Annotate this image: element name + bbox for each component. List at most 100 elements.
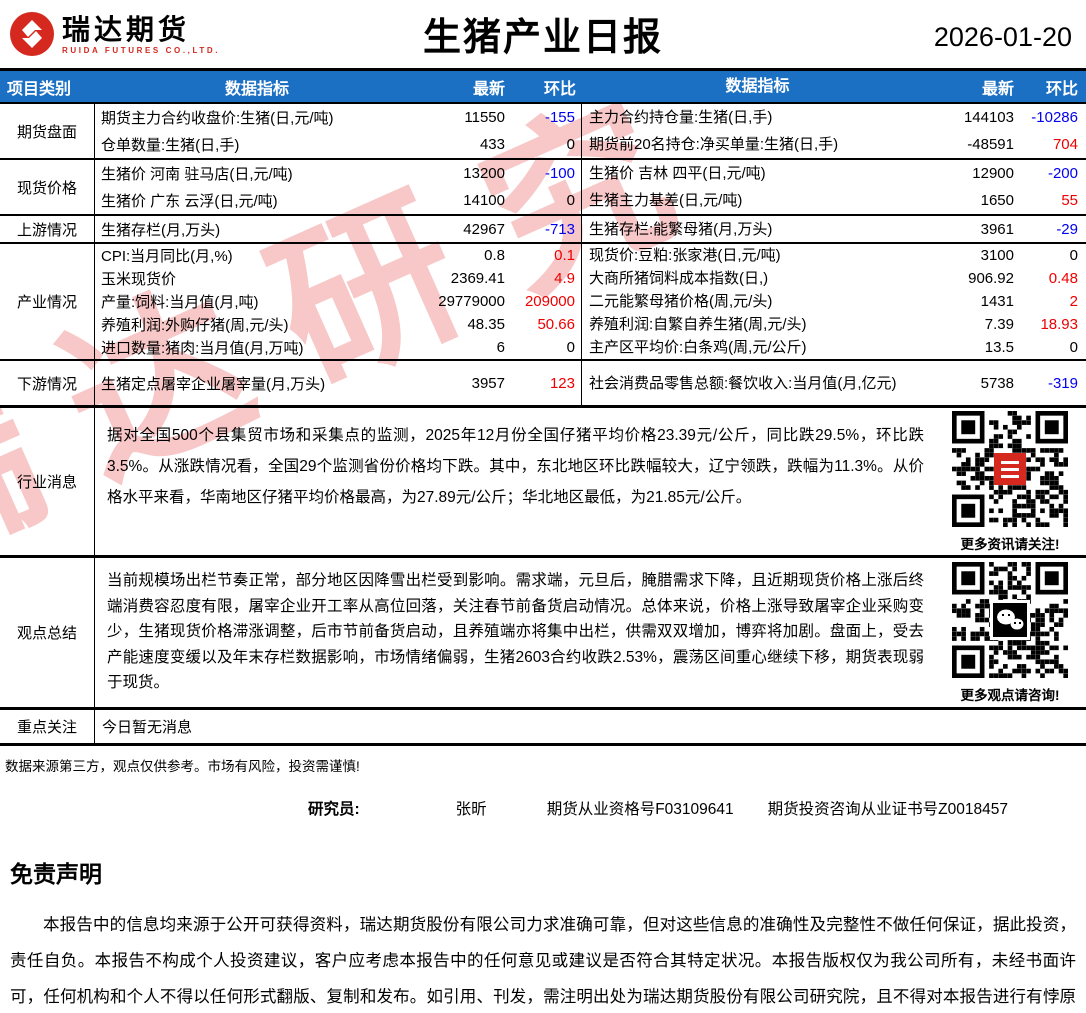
indicator-cell: 产量:饲料:当月值(月,吨): [101, 294, 259, 311]
latest-cell: 42967: [463, 220, 505, 238]
table-row: 仓单数量:生猪(日,手) 433 0 期货前20名持仓:净买单量:生猪(日,手)…: [95, 131, 1086, 158]
indicator-cell: 生猪存栏(月,万头): [101, 221, 221, 239]
page-header: 瑞达期货 RUIDA FUTURES CO.,LTD. 生猪产业日报 2026-…: [0, 0, 1086, 68]
chg-cell: -319: [1047, 374, 1078, 392]
chg-cell: 0.1: [505, 244, 582, 267]
qr-caption: 更多资讯请关注!: [960, 536, 1060, 552]
table-row: 产量:饲料:当月值(月,吨) 29779000 209000 二元能繁母猪价格(…: [95, 290, 1086, 313]
chg-cell: -200: [1047, 165, 1078, 182]
chg-cell: -155: [505, 104, 582, 131]
latest-cell: 11550: [464, 109, 505, 126]
col-header-indicator2: 数据指标: [725, 78, 790, 95]
chg-cell: 18.93: [1040, 316, 1078, 333]
qr-code-contact: [952, 561, 1068, 678]
col-header-category: 项目类别: [7, 80, 72, 98]
section-industry: 产业情况 CPI:当月同比(月,%) 0.8 0.1 现货价:豆粕:张家港(日,…: [0, 242, 1086, 359]
chg-cell: 704: [1052, 136, 1078, 153]
chg-cell: 50.66: [505, 313, 582, 336]
researcher-qualification: 期货从业资格号F03109641: [546, 801, 734, 818]
disclaimer-body: 本报告中的信息均来源于公开可获得资料，瑞达期货股份有限公司力求准确可靠，但对这些…: [10, 916, 1076, 1006]
page-title: 生猪产业日报: [422, 17, 663, 59]
latest-cell: 7.39: [984, 316, 1014, 333]
chg-cell: 0: [1069, 339, 1078, 356]
section-category: 重点关注: [0, 710, 95, 743]
source-note: 数据来源第三方，观点仅供参考。市场有风险，投资需谨慎!: [5, 759, 360, 774]
indicator-cell: CPI:当月同比(月,%): [101, 248, 233, 265]
latest-cell: 5738: [980, 374, 1014, 392]
chg-cell: -100: [505, 160, 582, 187]
chg-cell: -29: [1056, 220, 1078, 238]
latest-cell: 13.5: [984, 339, 1014, 356]
chg-cell: 209000: [505, 290, 582, 313]
indicator-cell: 养殖利润:外购仔猪(周,元/头): [101, 317, 289, 334]
qr-code-news: [952, 410, 1068, 527]
indicator-cell: 社会消费品零售总额:餐饮收入:当月值(月,亿元): [589, 374, 897, 392]
indicator-cell: 现货价:豆粕:张家港(日,元/吨): [589, 247, 781, 264]
table-row: 生猪价 广东 云浮(日,元/吨) 14100 0 生猪主力基差(日,元/吨) 1…: [95, 187, 1086, 214]
latest-cell: 3100: [980, 247, 1014, 264]
table-row: 生猪存栏(月,万头) 42967 -713 生猪存栏:能繁母猪(月,万头) 39…: [95, 216, 1086, 242]
table-row: 养殖利润:外购仔猪(周,元/头) 48.35 50.66 养殖利润:自繁自养生猪…: [95, 313, 1086, 336]
chg-cell: 0: [505, 187, 582, 214]
chg-cell: -713: [505, 216, 582, 242]
latest-cell: 0.8: [484, 247, 505, 264]
indicator-cell: 生猪主力基差(日,元/吨): [589, 192, 743, 209]
col-header-latest1: 最新: [472, 80, 505, 98]
indicator-cell: 仓单数量:生猪(日,手): [101, 137, 240, 154]
latest-cell: 144103: [963, 109, 1014, 126]
indicator-cell: 二元能繁母猪价格(周,元/头): [589, 293, 773, 310]
indicator-table: 项目类别 数据指标 最新 环比 数据指标 最新 环比 期货盘面 期货主力合约收盘…: [0, 68, 1086, 746]
indicator-cell: 进口数量:猪肉:当月值(月,万吨): [101, 340, 304, 357]
col-header-chg1: 环比: [543, 80, 576, 98]
latest-cell: 29779000: [438, 293, 505, 310]
table-row: 玉米现货价 2369.41 4.9 大商所猪饲料成本指数(日,) 906.92 …: [95, 267, 1086, 290]
chg-cell: 0: [505, 336, 582, 359]
indicator-cell: 大商所猪饲料成本指数(日,): [589, 270, 769, 287]
section-news: 行业消息 据对全国500个县集贸市场和采集点的监测，2025年12月份全国仔猪平…: [0, 405, 1086, 555]
section-category: 观点总结: [0, 558, 95, 707]
table-row: 生猪定点屠宰企业屠宰量(月,万头) 3957 123 社会消费品零售总额:餐饮收…: [95, 361, 1086, 405]
report-page: 瑞达研究 瑞达期货 RUIDA FUTURES CO.,LTD. 生猪产业日报 …: [0, 0, 1086, 1013]
chg-cell: 2: [1069, 293, 1078, 310]
researcher-line: 研究员: 张昕 期货从业资格号F03109641 期货投资咨询从业证书号Z001…: [308, 797, 1086, 819]
indicator-cell: 生猪价 河南 驻马店(日,元/吨): [101, 166, 293, 183]
section-focus: 重点关注 今日暂无消息: [0, 707, 1086, 746]
report-date: 2026-01-20: [933, 22, 1072, 52]
section-category: 产业情况: [0, 244, 95, 359]
disclaimer-title: 免责声明: [10, 861, 102, 887]
table-row: 期货主力合约收盘价:生猪(日,元/吨) 11550 -155 主力合约持仓量:生…: [95, 104, 1086, 131]
table-row: CPI:当月同比(月,%) 0.8 0.1 现货价:豆粕:张家港(日,元/吨) …: [95, 244, 1086, 267]
table-header-row: 项目类别 数据指标 最新 环比 数据指标 最新 环比: [0, 71, 1086, 102]
latest-cell: -48591: [967, 136, 1014, 153]
latest-cell: 13200: [463, 165, 505, 182]
qr-caption: 更多观点请咨询!: [960, 687, 1060, 703]
researcher-label: 研究员:: [308, 801, 360, 818]
col-header-indicator1: 数据指标: [224, 80, 289, 98]
section-downstream: 下游情况 生猪定点屠宰企业屠宰量(月,万头) 3957 123 社会消费品零售总…: [0, 359, 1086, 405]
chg-cell: 0.48: [1048, 270, 1078, 287]
indicator-cell: 生猪价 广东 云浮(日,元/吨): [101, 193, 278, 210]
col-header-latest2: 最新: [981, 80, 1014, 98]
indicator-cell: 生猪定点屠宰企业屠宰量(月,万头): [101, 375, 326, 393]
latest-cell: 6: [496, 339, 505, 356]
section-category: 行业消息: [0, 408, 95, 555]
section-upstream: 上游情况 生猪存栏(月,万头) 42967 -713 生猪存栏:能繁母猪(月,万…: [0, 214, 1086, 242]
chg-cell: 55: [1061, 192, 1078, 209]
disclaimer: 免责声明 本报告中的信息均来源于公开可获得资料，瑞达期货股份有限公司力求准确可靠…: [0, 855, 1086, 1013]
chg-cell: -10286: [1031, 109, 1078, 126]
indicator-cell: 主产区平均价:白条鸡(周,元/公斤): [589, 339, 807, 356]
chg-cell: 0: [505, 131, 582, 158]
table-row: 生猪价 河南 驻马店(日,元/吨) 13200 -100 生猪价 吉林 四平(日…: [95, 160, 1086, 187]
latest-cell: 3961: [980, 220, 1014, 238]
chg-cell: 0: [1069, 247, 1078, 264]
section-futures: 期货盘面 期货主力合约收盘价:生猪(日,元/吨) 11550 -155 主力合约…: [0, 102, 1086, 158]
chg-cell: 4.9: [505, 267, 582, 290]
news-text: 据对全国500个县集贸市场和采集点的监测，2025年12月份全国仔猪平均价格23…: [107, 427, 924, 506]
chg-cell: 123: [505, 361, 582, 405]
section-category: 下游情况: [0, 361, 95, 405]
table-row: 进口数量:猪肉:当月值(月,万吨) 6 0 主产区平均价:白条鸡(周,元/公斤)…: [95, 336, 1086, 359]
indicator-cell: 玉米现货价: [101, 271, 177, 288]
latest-cell: 1431: [980, 293, 1014, 310]
latest-cell: 906.92: [968, 270, 1014, 287]
latest-cell: 12900: [972, 165, 1014, 182]
